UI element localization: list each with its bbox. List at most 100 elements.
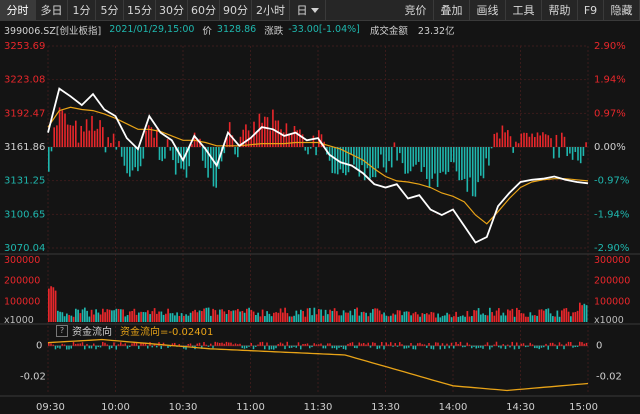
tab-90min[interactable]: 90分: [220, 0, 252, 20]
flow-tick: [324, 345, 327, 349]
flow-bar: [153, 137, 155, 148]
tab-f9[interactable]: F9: [578, 0, 604, 20]
flow-bar: [469, 147, 471, 178]
volume-bar: [399, 310, 401, 322]
tab-30min[interactable]: 30分: [156, 0, 188, 20]
volume-bar: [230, 311, 232, 322]
flow-tick: [351, 342, 354, 346]
time-axis-label: 10:30: [169, 402, 198, 413]
flow-tick: [547, 345, 549, 350]
tab-help-label: 帮助: [548, 4, 571, 17]
flow-bar: [112, 133, 115, 148]
tab-2hour[interactable]: 2小时: [252, 0, 290, 20]
flow-tick: [257, 344, 259, 346]
flow-tick: [522, 343, 525, 346]
tab-60min[interactable]: 60分: [188, 0, 220, 20]
flow-bar: [409, 147, 412, 172]
volume-axis-label: 300000: [4, 255, 40, 266]
flow-bar: [48, 147, 50, 172]
flow-tick: [259, 342, 261, 346]
flow-tick: [286, 341, 288, 346]
tab-1min-label: 1分: [72, 4, 91, 17]
flow-bar: [507, 130, 509, 148]
flow-tick: [187, 344, 189, 346]
flow-tick: [471, 345, 473, 349]
flow-bar: [201, 147, 204, 161]
tab-multiday[interactable]: 多日: [36, 0, 68, 20]
volume-bar: [270, 316, 273, 322]
turnover-value: 23.32亿: [417, 25, 455, 37]
volume-bar: [482, 313, 484, 322]
volume-bar: [203, 308, 205, 322]
volume-bar: [239, 311, 241, 322]
volume-bar: [365, 312, 367, 322]
flow-tick: [243, 345, 246, 349]
volume-bar: [336, 311, 338, 322]
tab-15min[interactable]: 15分: [124, 0, 156, 20]
tab-draw[interactable]: 画线: [470, 0, 506, 20]
flow-bar: [571, 147, 574, 160]
volume-bar: [522, 313, 525, 322]
volume-bar: [59, 311, 61, 322]
flow-tick: [552, 342, 554, 346]
flow-bar: [496, 132, 498, 148]
volume-bar: [79, 313, 82, 322]
flow-tick: [390, 342, 392, 346]
flow-tick: [282, 343, 284, 346]
volume-bar: [322, 315, 325, 322]
flow-bar: [169, 147, 172, 151]
flow-tick: [266, 342, 268, 346]
tab-15min-label: 15分: [127, 4, 152, 17]
flow-tick: [203, 342, 205, 346]
flow-bar: [191, 144, 193, 148]
flow-tick: [57, 345, 59, 348]
volume-axis-label-right: 300000: [594, 255, 630, 266]
volume-bar: [556, 310, 559, 322]
flow-bar: [245, 124, 247, 148]
flow-tick: [221, 342, 223, 346]
flow-tick: [482, 345, 484, 349]
price-axis-label: 3161.86: [4, 142, 45, 153]
tab-30min-label: 30分: [159, 4, 184, 17]
flow-tick: [210, 343, 212, 346]
volume-bar: [394, 314, 397, 322]
tab-overlay[interactable]: 叠加: [434, 0, 470, 20]
volume-bar: [408, 311, 410, 322]
help-icon[interactable]: ?: [56, 324, 68, 337]
flow-bar: [525, 132, 528, 148]
intraday-chart[interactable]: 3253.69 2.90% 3223.08 1.94% 3192.47 0.97% 3161…: [0, 38, 640, 414]
volume-bar: [545, 309, 547, 322]
tab-day-dropdown[interactable]: 日: [290, 0, 326, 20]
flow-bar: [555, 134, 558, 148]
tab-compare[interactable]: 竞价: [398, 0, 434, 20]
volume-bar: [113, 310, 115, 322]
fund-flow-value: 资金流向=-0.02401: [120, 327, 214, 338]
volume-bar: [57, 310, 59, 322]
flow-bar: [156, 129, 158, 148]
flow-tick: [61, 343, 63, 346]
flow-bar: [482, 147, 485, 179]
volume-bar: [147, 310, 149, 322]
tab-intraday[interactable]: 分时: [0, 0, 36, 20]
flow-bar: [585, 142, 587, 148]
flow-bar: [528, 136, 531, 148]
tab-1min[interactable]: 1分: [68, 0, 96, 20]
tab-tools[interactable]: 工具: [506, 0, 542, 20]
flow-tick: [495, 341, 498, 346]
volume-bar: [581, 305, 583, 322]
volume-bar: [495, 310, 498, 322]
flow-bar: [96, 128, 99, 148]
tab-5min[interactable]: 5分: [96, 0, 124, 20]
flow-tick: [576, 345, 579, 347]
flow-tick: [349, 342, 351, 346]
volume-bar: [75, 308, 77, 322]
volume-bar: [97, 312, 100, 322]
volume-bar: [428, 314, 430, 322]
price-axis-label: 3100.65: [4, 209, 45, 220]
volume-bar: [90, 309, 93, 322]
tab-hide[interactable]: 隐藏: [604, 0, 640, 20]
flow-tick: [401, 344, 403, 346]
flow-tick: [486, 342, 489, 346]
tab-help[interactable]: 帮助: [542, 0, 578, 20]
tab-2hour-label: 2小时: [256, 4, 285, 17]
